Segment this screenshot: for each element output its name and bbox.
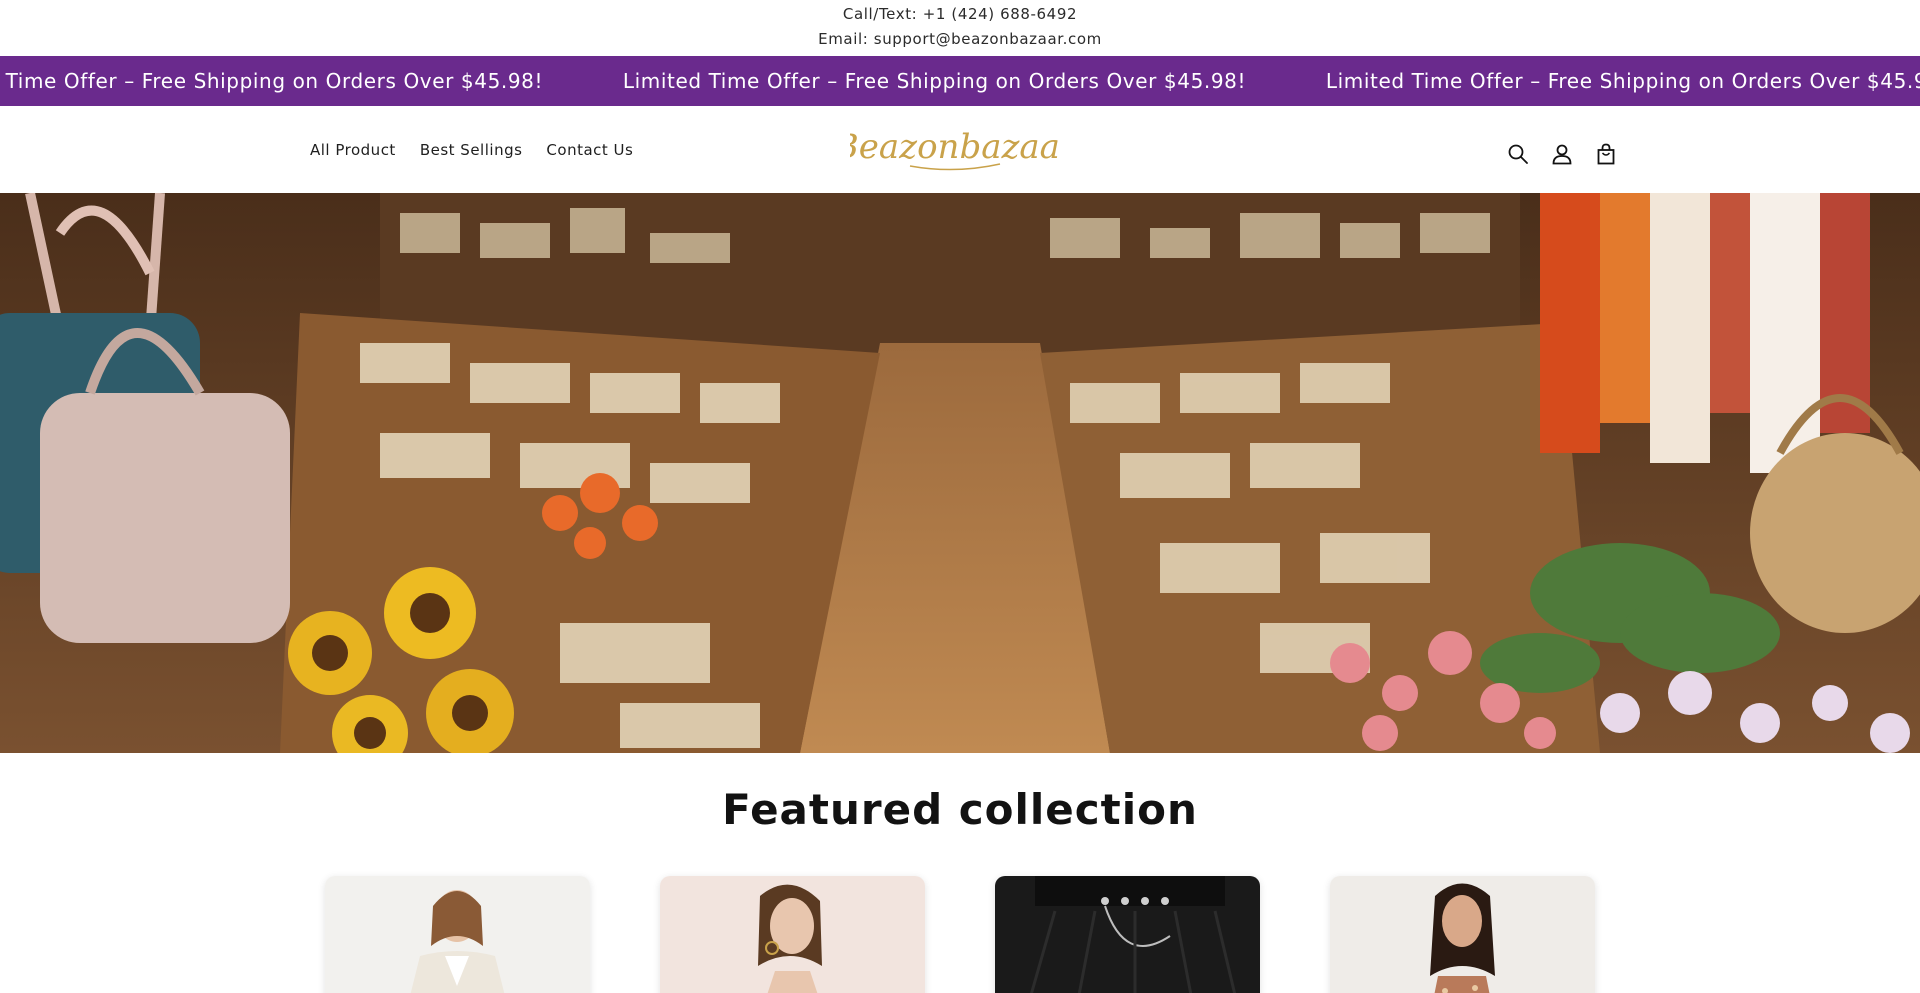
product-card[interactable] (660, 876, 925, 993)
announcement-track: Limited Time Offer – Free Shipping on Or… (0, 56, 1920, 106)
announcement-text: Limited Time Offer – Free Shipping on Or… (1325, 69, 1920, 93)
product-card[interactable] (1330, 876, 1595, 993)
contact-phone: Call/Text: +1 (424) 688-6492 (842, 5, 1078, 23)
product-card[interactable] (995, 876, 1260, 993)
product-image (1330, 876, 1595, 993)
product-image (995, 876, 1260, 993)
announcement-bar: Limited Time Offer – Free Shipping on Or… (0, 56, 1920, 106)
announcement-text: Limited Time Offer – Free Shipping on Or… (622, 69, 1247, 93)
search-icon[interactable] (1496, 132, 1540, 176)
nav-contact-us[interactable]: Contact Us (546, 141, 633, 159)
product-image (325, 876, 590, 993)
logo-text: Beazonbazaar (850, 127, 1060, 167)
product-image (660, 876, 925, 993)
cart-icon[interactable] (1584, 132, 1628, 176)
account-icon[interactable] (1540, 132, 1584, 176)
featured-products (325, 876, 1595, 993)
brand-logo[interactable]: Beazonbazaar (833, 122, 1078, 178)
product-card[interactable] (325, 876, 590, 993)
contact-email: Email: support@beazonbazaar.com (818, 30, 1102, 48)
featured-collection-title: Featured collection (722, 785, 1198, 834)
header-icons (1496, 132, 1628, 176)
site-header: All Product Best Sellings Contact Us Bea… (0, 106, 1920, 193)
hero-illustration (0, 193, 1920, 753)
hero-banner-image (0, 193, 1920, 753)
announcement-text: Limited Time Offer – Free Shipping on Or… (0, 69, 544, 93)
nav-best-sellings[interactable]: Best Sellings (420, 141, 523, 159)
contact-bar: Call/Text: +1 (424) 688-6492 Email: supp… (0, 0, 1920, 56)
main-nav: All Product Best Sellings Contact Us (298, 106, 645, 193)
nav-all-product[interactable]: All Product (310, 141, 396, 159)
